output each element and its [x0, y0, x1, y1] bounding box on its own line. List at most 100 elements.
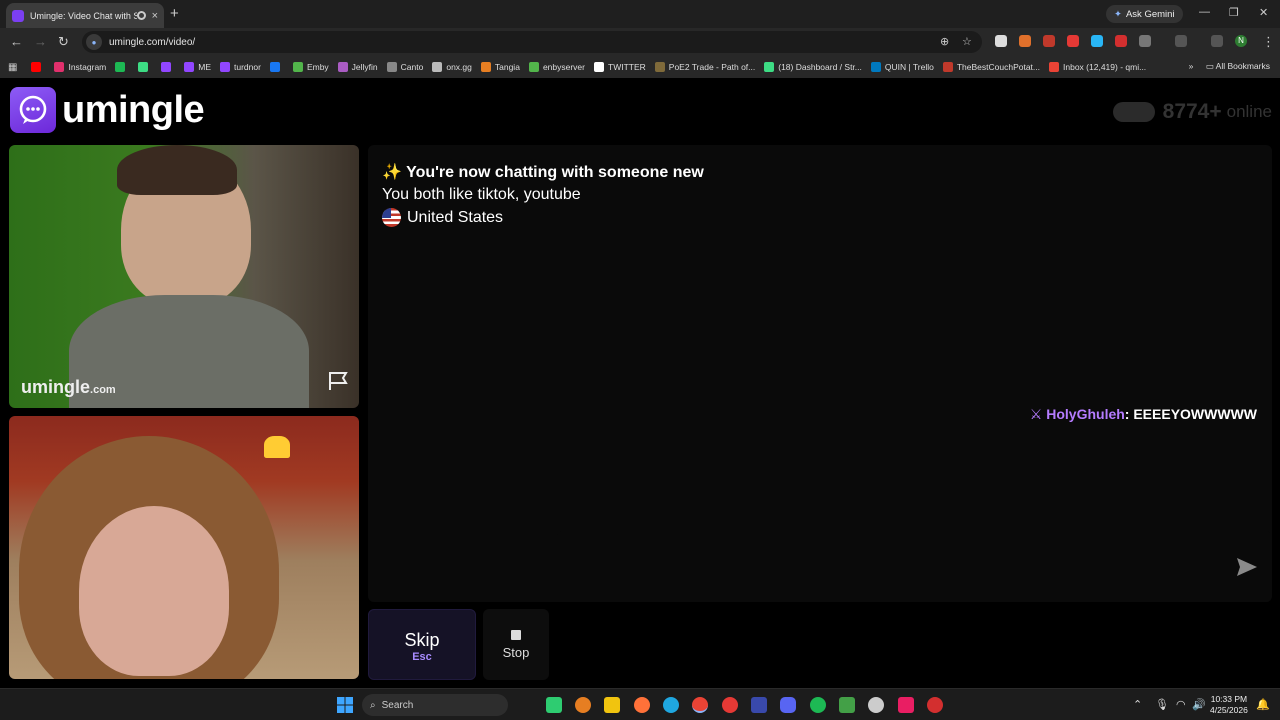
- bookmark-favicon-icon: [528, 62, 539, 72]
- bookmark-item[interactable]: Canto: [386, 62, 423, 72]
- bookmark-item[interactable]: PoE2 Trade - Path of...: [654, 62, 755, 72]
- site-logo[interactable]: umingle: [10, 87, 205, 133]
- bookmark-label: (18) Dashboard / Str...: [778, 62, 862, 72]
- chat-message: ⚔ HolyGhuleh: EEEEYOWWWWW: [1030, 406, 1257, 423]
- bookmark-item[interactable]: Emby: [292, 62, 329, 72]
- app-red-circle-icon[interactable]: [575, 697, 591, 713]
- url-omnibox[interactable]: ● umingle.com/video/ ⊕ ☆: [82, 31, 982, 53]
- bookmarks-overflow-icon[interactable]: »: [1189, 61, 1194, 71]
- media-controls-icon[interactable]: [1211, 35, 1223, 47]
- bookmark-item[interactable]: (18) Dashboard / Str...: [764, 62, 862, 72]
- bookmark-label: onx.gg: [446, 62, 472, 72]
- bookmark-item[interactable]: enbyserver: [528, 62, 585, 72]
- bookmark-item[interactable]: Inbox (12,419) - qmi...: [1049, 62, 1146, 72]
- bookmark-favicon-icon: [654, 62, 665, 72]
- bookmark-item[interactable]: TheBestCouchPotat...: [942, 62, 1040, 72]
- bookmark-item[interactable]: [138, 62, 152, 72]
- extension-red-icon[interactable]: [1043, 35, 1055, 47]
- online-indicator: 8774+ online: [1112, 100, 1272, 124]
- opera-icon[interactable]: [722, 697, 738, 713]
- minimize-icon[interactable]: —: [1199, 6, 1210, 18]
- bookmark-item[interactable]: ME: [184, 62, 211, 72]
- profile-avatar[interactable]: N: [1235, 35, 1247, 47]
- reload-icon[interactable]: ↻: [58, 34, 69, 50]
- bookmark-star-icon[interactable]: ☆: [962, 35, 972, 48]
- new-tab-button[interactable]: +: [170, 5, 179, 22]
- bookmark-item[interactable]: [161, 62, 175, 72]
- all-bookmarks-button[interactable]: » ▭ All Bookmarks: [1189, 61, 1270, 72]
- extension-7tv-icon[interactable]: [1091, 35, 1103, 47]
- stranger-video: umingle.com: [9, 145, 359, 408]
- stop-button[interactable]: Stop: [483, 609, 549, 680]
- tiktok-icon[interactable]: [898, 697, 914, 713]
- skip-label: Skip: [404, 630, 440, 650]
- app-launcher-icon[interactable]: [546, 697, 562, 713]
- volume-icon[interactable]: 🔊: [1192, 698, 1206, 711]
- report-flag-icon[interactable]: [327, 371, 349, 396]
- bookmark-item[interactable]: [115, 62, 129, 72]
- spotify-icon[interactable]: [810, 697, 826, 713]
- microphone-icon[interactable]: 🎙: [1155, 698, 1169, 711]
- bookmark-item[interactable]: onx.gg: [432, 62, 472, 72]
- stop-square-icon: [511, 630, 521, 640]
- all-bookmarks-label: All Bookmarks: [1215, 61, 1270, 71]
- bookmark-item[interactable]: [269, 62, 284, 72]
- forward-arrow-icon[interactable]: →: [34, 34, 47, 49]
- bookmark-favicon-icon: [54, 62, 65, 72]
- online-toggle[interactable]: [1112, 102, 1155, 122]
- bookmark-favicon-icon: [138, 62, 149, 72]
- extension-bttv-icon[interactable]: [1115, 35, 1127, 47]
- folder-icon: ▭: [1205, 61, 1214, 71]
- close-tab-icon[interactable]: ×: [152, 10, 158, 22]
- bookmark-item[interactable]: [31, 62, 45, 72]
- close-window-icon[interactable]: ✕: [1259, 6, 1268, 19]
- back-arrow-icon[interactable]: ←: [10, 34, 23, 49]
- chrome-icon[interactable]: [692, 697, 708, 713]
- us-flag-icon: [382, 208, 401, 227]
- apps-grid-icon[interactable]: ▦: [8, 62, 17, 73]
- bookmark-item[interactable]: Jellyfin: [337, 62, 378, 72]
- tray-overflow-icon[interactable]: ⌃: [1133, 698, 1142, 711]
- bookmark-label: Instagram: [68, 62, 107, 72]
- skip-shortcut-hint: Esc: [412, 651, 432, 663]
- url-text[interactable]: umingle.com/video/: [109, 37, 195, 48]
- discord-icon[interactable]: [780, 697, 796, 713]
- maximize-icon[interactable]: ❐: [1229, 6, 1239, 19]
- app-co-icon[interactable]: [927, 697, 943, 713]
- notepad-icon[interactable]: [839, 697, 855, 713]
- menu-kebab-icon[interactable]: ⋮: [1262, 34, 1275, 50]
- skip-button[interactable]: Skip Esc: [368, 609, 476, 680]
- stop-label: Stop: [502, 645, 530, 660]
- bookmark-item[interactable]: turdnor: [220, 62, 261, 72]
- bookmark-item[interactable]: TWITTER: [594, 62, 646, 72]
- app-blue-icon[interactable]: [751, 697, 767, 713]
- taskbar-clock[interactable]: 10:33 PM 4/25/2026: [1210, 694, 1248, 716]
- taskbar-search[interactable]: ⌕ Search: [362, 694, 508, 716]
- sticky-notes-icon[interactable]: [604, 697, 620, 713]
- bookmark-favicon-icon: [764, 62, 775, 72]
- tab-umingle[interactable]: Umingle: Video Chat with S ×: [6, 3, 164, 28]
- zoom-icon[interactable]: ⊕: [940, 35, 949, 48]
- windows-start-icon[interactable]: [337, 697, 353, 718]
- extension-k-icon[interactable]: [995, 35, 1007, 47]
- notification-bell-icon[interactable]: 🔔: [1256, 698, 1270, 711]
- send-icon[interactable]: [1236, 557, 1258, 582]
- obs-icon[interactable]: [868, 697, 884, 713]
- extensions-puzzle-icon[interactable]: [1139, 35, 1151, 47]
- side-panel-icon[interactable]: [1175, 35, 1187, 47]
- wifi-icon[interactable]: ◠: [1176, 698, 1186, 711]
- bookmark-label: turdnor: [234, 62, 261, 72]
- bookmark-item[interactable]: Instagram: [54, 62, 106, 72]
- chat-status-text: You're now chatting with someone new: [406, 164, 704, 181]
- site-info-icon[interactable]: ●: [86, 34, 102, 50]
- extension-youtube-icon[interactable]: [1067, 35, 1079, 47]
- bookmark-item[interactable]: QUIN | Trello: [870, 62, 934, 72]
- message-input[interactable]: [557, 531, 1272, 602]
- bookmark-favicon-icon: [594, 62, 604, 72]
- extension-fox-icon[interactable]: [1019, 35, 1031, 47]
- bookmark-item[interactable]: Tangia: [480, 62, 520, 72]
- stranger-country: United States: [382, 208, 503, 227]
- edge-icon[interactable]: [663, 697, 679, 713]
- firefox-icon[interactable]: [634, 697, 650, 713]
- ask-gemini-button[interactable]: ✦ Ask Gemini: [1106, 5, 1183, 23]
